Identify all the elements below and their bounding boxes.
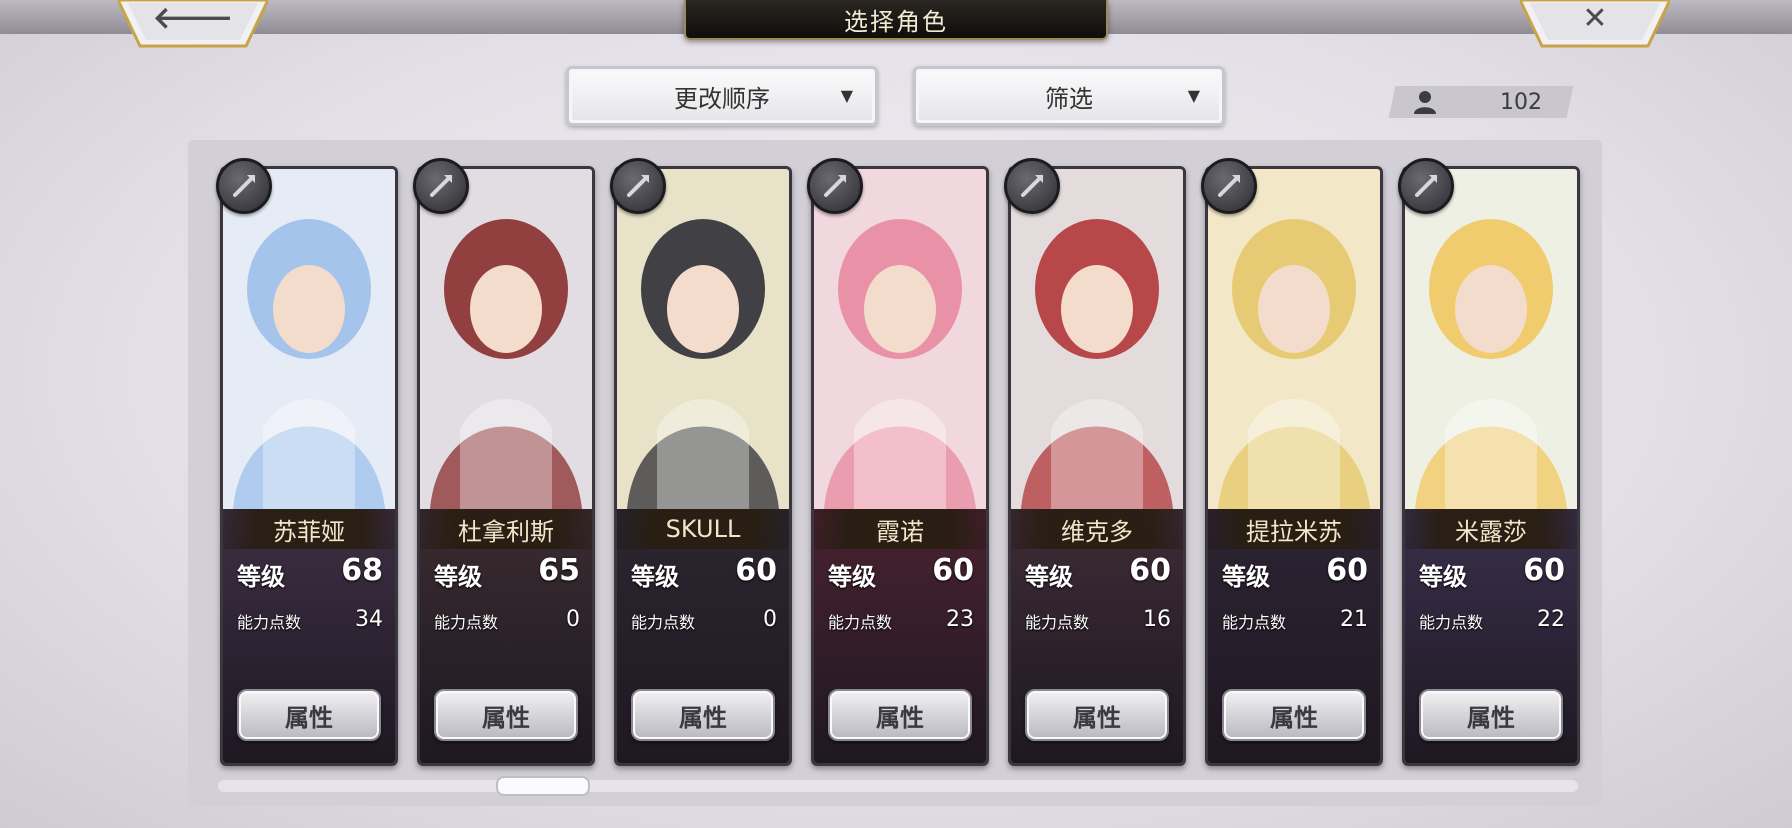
person-icon [1414,91,1436,114]
level-label: 等级 [828,563,876,591]
horizontal-scrollbar[interactable] [218,780,1578,792]
close-button[interactable]: ✕ [1520,0,1670,50]
level-value: 60 [735,553,777,588]
attributes-button[interactable]: 属性 [434,689,578,741]
character-portrait [1208,169,1380,509]
sort-order-label: 更改顺序 [674,84,770,113]
character-card[interactable]: SKULL 等级 60 能力点数 0 属性 [614,166,792,766]
ability-points-value: 23 [946,607,974,632]
character-name-bar: 维克多 [1011,509,1183,549]
character-name-bar: 苏菲娅 [223,509,395,549]
back-arrow-icon: 🡐 [152,1,234,36]
spear-icon [1398,158,1454,214]
ability-points-value: 34 [355,607,383,632]
ability-points-label: 能力点数 [1419,613,1484,632]
character-card[interactable]: 米露莎 等级 60 能力点数 22 属性 [1402,166,1580,766]
level-value: 68 [341,553,383,588]
filter-label: 筛选 [1045,84,1093,113]
character-card[interactable]: 维克多 等级 60 能力点数 16 属性 [1008,166,1186,766]
level-label: 等级 [631,563,679,591]
ability-points-value: 0 [566,607,580,632]
gauntlet-icon [610,158,666,214]
filter-dropdown[interactable]: 筛选 ▼ [913,66,1225,126]
attributes-button-label: 属性 [1073,703,1121,732]
character-portrait [617,169,789,509]
character-card[interactable]: 苏菲娅 等级 68 能力点数 34 属性 [220,166,398,766]
close-icon: ✕ [1582,0,1608,36]
character-name-bar: 霞诺 [814,509,986,549]
level-label: 等级 [1025,563,1073,591]
level-value: 60 [932,553,974,588]
character-name: 苏菲娅 [273,517,345,546]
level-value: 60 [1129,553,1171,588]
attributes-button[interactable]: 属性 [1025,689,1169,741]
chevron-down-icon: ▼ [1187,86,1200,105]
ability-points-value: 0 [763,607,777,632]
sword-icon [807,158,863,214]
chevron-down-icon: ▼ [840,86,853,105]
page-title: 选择角色 [844,7,948,36]
ability-points-value: 22 [1537,607,1565,632]
character-name-bar: 提拉米苏 [1208,509,1380,549]
attributes-button[interactable]: 属性 [828,689,972,741]
scrollbar-thumb[interactable] [496,776,590,796]
attributes-button-label: 属性 [679,703,727,732]
character-name-bar: SKULL [617,509,789,549]
back-button[interactable]: 🡐 [118,0,268,50]
character-portrait [814,169,986,509]
ability-points-label: 能力点数 [434,613,499,632]
character-card[interactable]: 霞诺 等级 60 能力点数 23 属性 [811,166,989,766]
ability-points-label: 能力点数 [1222,613,1287,632]
attributes-button[interactable]: 属性 [1419,689,1563,741]
character-portrait [223,169,395,509]
level-label: 等级 [1222,563,1270,591]
level-value: 60 [1326,553,1368,588]
attributes-button-label: 属性 [285,703,333,732]
character-portrait [1405,169,1577,509]
attributes-button-label: 属性 [1270,703,1318,732]
spear-icon [1201,158,1257,214]
character-name: SKULL [665,515,741,543]
character-card[interactable]: 提拉米苏 等级 60 能力点数 21 属性 [1205,166,1383,766]
character-name: 杜拿利斯 [458,517,554,546]
blade-icon [1004,158,1060,214]
character-portrait [1011,169,1183,509]
character-name: 米露莎 [1455,517,1527,546]
axe-icon [216,158,272,214]
character-name: 霞诺 [876,517,924,546]
attributes-button[interactable]: 属性 [1222,689,1366,741]
character-card[interactable]: 杜拿利斯 等级 65 能力点数 0 属性 [417,166,595,766]
level-label: 等级 [434,563,482,591]
attributes-button-label: 属性 [482,703,530,732]
character-name: 提拉米苏 [1246,517,1342,546]
character-name-bar: 杜拿利斯 [420,509,592,549]
level-label: 等级 [237,563,285,591]
attributes-button[interactable]: 属性 [631,689,775,741]
character-portrait [420,169,592,509]
attributes-button[interactable]: 属性 [237,689,381,741]
unit-count-badge: 102 [1392,86,1570,118]
character-name: 维克多 [1061,517,1133,546]
title-plate: 选择角色 [684,0,1108,40]
level-label: 等级 [1419,563,1467,591]
ability-points-label: 能力点数 [828,613,893,632]
attributes-button-label: 属性 [876,703,924,732]
ability-points-label: 能力点数 [1025,613,1090,632]
unit-count-value: 102 [1500,90,1542,115]
ability-points-label: 能力点数 [237,613,302,632]
ability-points-value: 21 [1340,607,1368,632]
ability-points-value: 16 [1143,607,1171,632]
attributes-button-label: 属性 [1467,703,1515,732]
ability-points-label: 能力点数 [631,613,696,632]
level-value: 60 [1523,553,1565,588]
sort-order-dropdown[interactable]: 更改顺序 ▼ [566,66,878,126]
level-value: 65 [538,553,580,588]
character-name-bar: 米露莎 [1405,509,1577,549]
staff-icon [413,158,469,214]
